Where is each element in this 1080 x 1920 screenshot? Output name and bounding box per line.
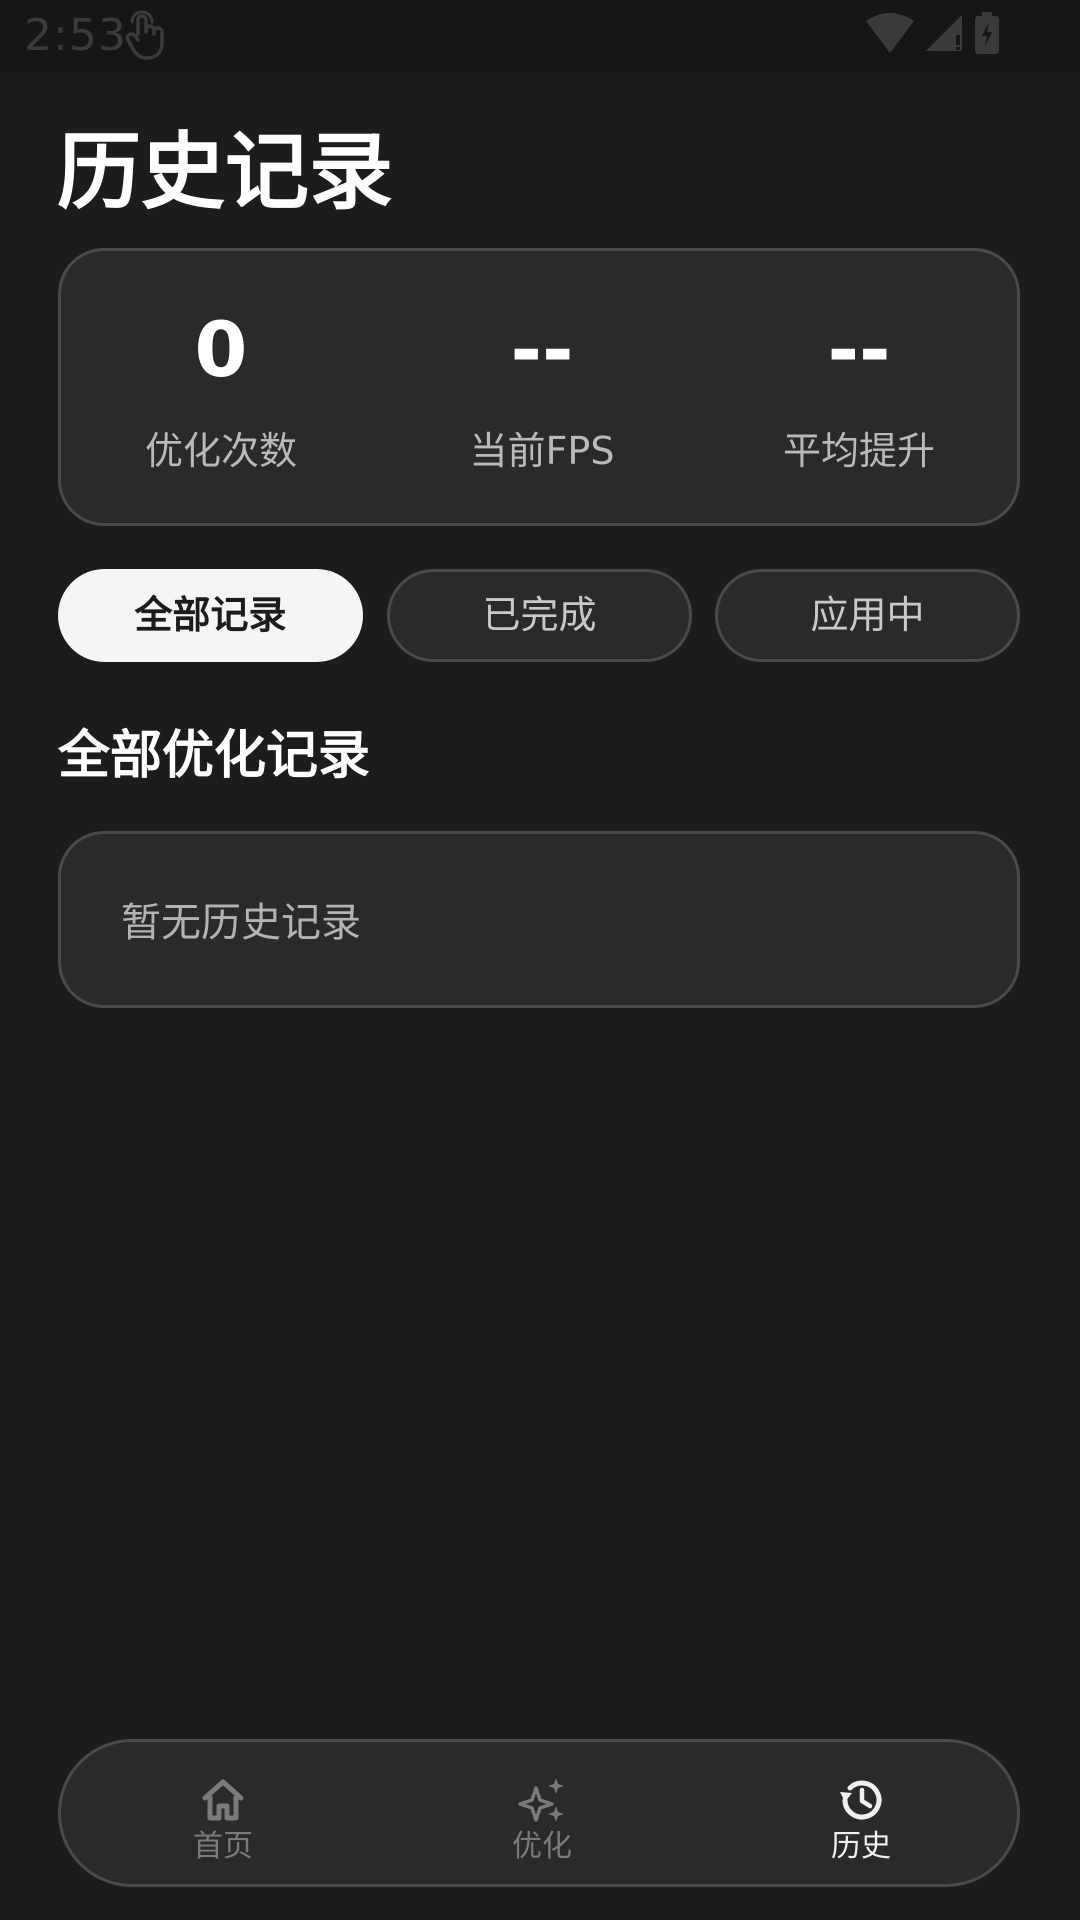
tab-all-records[interactable]: 全部记录	[58, 569, 363, 662]
nav-item-home[interactable]: 首页	[123, 1742, 323, 1884]
stat-average-gain: -- 平均提升	[699, 251, 1019, 523]
stat-label: 优化次数	[144, 429, 297, 473]
empty-state-card: 暂无历史记录	[58, 831, 1020, 1008]
nav-label: 优化	[512, 1829, 572, 1864]
bottom-nav: 首页 优化 历史	[58, 1739, 1020, 1887]
tab-completed[interactable]: 已完成	[387, 569, 692, 662]
nav-label: 首页	[193, 1829, 253, 1864]
stat-optimize-count: 0 优化次数	[61, 251, 381, 523]
status-time: 2:53	[24, 10, 127, 61]
nav-item-optimize[interactable]: 优化	[442, 1742, 642, 1884]
status-icons	[866, 12, 1000, 54]
sparkle-icon	[518, 1776, 566, 1824]
stat-label: 当前FPS	[469, 429, 615, 473]
home-icon	[199, 1776, 247, 1824]
page-title: 历史记录	[57, 123, 394, 221]
status-bar: 2:53	[0, 0, 1080, 72]
nav-label: 历史	[831, 1829, 891, 1864]
stats-card: 0 优化次数 -- 当前FPS -- 平均提升	[58, 248, 1020, 526]
stat-value: --	[510, 305, 574, 394]
wifi-icon	[866, 13, 914, 53]
tab-applying[interactable]: 应用中	[715, 569, 1020, 662]
battery-icon	[974, 12, 1000, 54]
empty-state-text: 暂无历史记录	[121, 900, 361, 946]
history-icon	[837, 1776, 885, 1824]
signal-icon	[924, 13, 964, 53]
stat-current-fps: -- 当前FPS	[382, 251, 702, 523]
section-title: 全部优化记录	[58, 726, 371, 786]
nav-item-history[interactable]: 历史	[761, 1742, 961, 1884]
stat-label: 平均提升	[782, 429, 935, 473]
touch-icon	[124, 10, 172, 60]
filter-tabs: 全部记录 已完成 应用中	[58, 569, 1020, 662]
stat-value: --	[827, 305, 891, 394]
stat-value: 0	[194, 305, 248, 394]
